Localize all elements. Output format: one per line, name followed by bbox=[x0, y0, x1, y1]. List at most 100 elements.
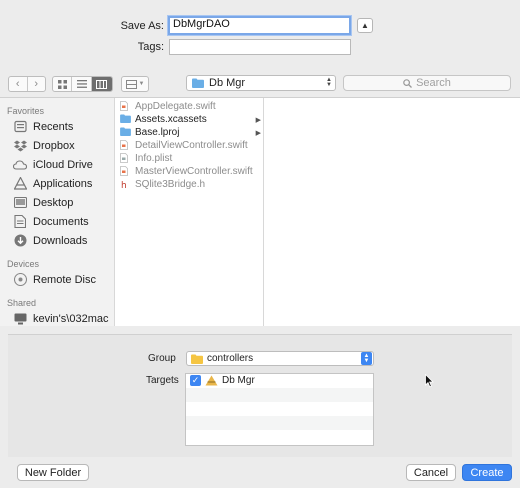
cancel-button[interactable]: Cancel bbox=[406, 464, 456, 481]
sidebar-item-label: Desktop bbox=[33, 196, 74, 209]
swift-file-icon bbox=[120, 166, 130, 177]
disc-icon bbox=[13, 273, 27, 287]
view-mode-buttons bbox=[52, 76, 113, 92]
desktop-icon bbox=[13, 196, 27, 210]
icon-view-button[interactable] bbox=[53, 77, 73, 91]
sidebar-item-recents[interactable]: Recents bbox=[13, 117, 73, 136]
search-field[interactable]: Search bbox=[343, 75, 511, 91]
list-view-button[interactable] bbox=[72, 77, 92, 91]
file-name: Assets.xcassets bbox=[135, 114, 207, 125]
folder-icon bbox=[191, 354, 203, 364]
disclosure-arrow-icon: ▶ bbox=[255, 116, 261, 124]
sidebar-item-label: Recents bbox=[33, 120, 74, 133]
folder-icon bbox=[192, 78, 204, 88]
nav-buttons: ‹ › bbox=[8, 76, 46, 92]
arrange-icon bbox=[125, 79, 137, 89]
save-as-label: Save As: bbox=[120, 20, 164, 32]
sidebar-item-label: Applications bbox=[33, 177, 93, 190]
sidebar-item-label: Downloads bbox=[33, 234, 88, 247]
chevron-left-icon: ‹ bbox=[15, 78, 20, 90]
expand-dialog-button[interactable]: ▲ bbox=[357, 18, 373, 33]
target-row-empty bbox=[186, 416, 373, 430]
tags-label: Tags: bbox=[137, 41, 164, 53]
group-value: controllers bbox=[207, 353, 254, 364]
dropbox-icon bbox=[13, 139, 27, 153]
search-placeholder: Search bbox=[416, 77, 451, 89]
file-name: DetailViewController.swift bbox=[135, 140, 248, 151]
applications-icon bbox=[13, 177, 27, 191]
icon-view-icon bbox=[57, 79, 67, 89]
target-row-empty bbox=[186, 402, 373, 416]
file-list: AppDelegate.swift Assets.xcassets ▶ Base.lp… bbox=[120, 100, 263, 191]
chevron-down-icon: ▼ bbox=[138, 81, 145, 87]
file-name: SQlite3Bridge.h bbox=[135, 179, 206, 190]
cloud-icon bbox=[13, 158, 27, 172]
chevron-up-icon: ▲ bbox=[361, 21, 369, 30]
tags-field[interactable] bbox=[169, 39, 351, 55]
clock-icon bbox=[13, 120, 27, 134]
file-item[interactable]: Assets.xcassets ▶ bbox=[120, 113, 263, 126]
sidebar: Favorites Recents Dropbox iCloud Drive A… bbox=[0, 98, 114, 326]
location-popup[interactable]: Db Mgr ▲ ▼ bbox=[186, 75, 336, 91]
file-name: MasterViewController.swift bbox=[135, 166, 253, 177]
new-folder-button[interactable]: New Folder bbox=[17, 464, 89, 481]
group-popup[interactable]: controllers ▲ ▼ bbox=[186, 351, 374, 366]
targets-label: Targets bbox=[146, 375, 179, 386]
shared-header: Shared bbox=[7, 298, 37, 308]
targets-table: ✓ Db Mgr bbox=[185, 373, 374, 446]
preview-column bbox=[264, 98, 520, 326]
favorites-header: Favorites bbox=[7, 106, 45, 116]
target-checkbox[interactable]: ✓ bbox=[190, 375, 201, 386]
plist-file-icon bbox=[120, 153, 130, 164]
back-button[interactable]: ‹ bbox=[9, 77, 28, 91]
sidebar-item-dropbox[interactable]: Dropbox bbox=[13, 136, 75, 155]
sidebar-item-desktop[interactable]: Desktop bbox=[13, 193, 73, 212]
swift-file-icon bbox=[120, 101, 130, 112]
location-label: Db Mgr bbox=[209, 77, 246, 89]
updown-icon: ▲ ▼ bbox=[361, 352, 372, 365]
sidebar-item-label: Remote Disc bbox=[33, 273, 96, 286]
accessory-panel: Group controllers ▲ ▼ Targets ✓ Db Mgr bbox=[8, 334, 512, 457]
file-item[interactable]: AppDelegate.swift bbox=[120, 100, 263, 113]
arrange-popup[interactable]: ▼ bbox=[121, 76, 149, 92]
forward-button[interactable]: › bbox=[28, 77, 46, 91]
sidebar-item-label: iCloud Drive bbox=[33, 158, 93, 171]
arrange-button[interactable]: ▼ bbox=[122, 77, 148, 91]
file-item[interactable]: Base.lproj ▶ bbox=[120, 126, 263, 139]
folder-icon bbox=[120, 127, 131, 138]
header-file-icon: h bbox=[120, 179, 130, 191]
target-row-empty bbox=[186, 430, 373, 444]
magnifier-icon bbox=[403, 78, 413, 88]
svg-text:h: h bbox=[121, 181, 127, 190]
mouse-cursor-icon bbox=[425, 374, 434, 388]
folder-icon bbox=[120, 114, 131, 125]
column-view-icon bbox=[96, 79, 108, 89]
sidebar-item-documents[interactable]: Documents bbox=[13, 212, 89, 231]
target-row[interactable]: ✓ Db Mgr bbox=[186, 374, 373, 388]
create-button[interactable]: Create bbox=[462, 464, 512, 481]
sidebar-item-label: Dropbox bbox=[33, 139, 75, 152]
updown-icon: ▲ ▼ bbox=[326, 77, 332, 88]
downloads-icon bbox=[13, 234, 27, 248]
group-label: Group bbox=[148, 353, 176, 364]
sidebar-item-icloud[interactable]: iCloud Drive bbox=[13, 155, 93, 174]
file-item[interactable]: Info.plist bbox=[120, 152, 263, 165]
sidebar-item-shared-mac[interactable]: kevin's\032mac bbox=[13, 309, 108, 328]
column-view-button[interactable] bbox=[91, 77, 112, 91]
save-as-field[interactable]: DbMgrDAO bbox=[168, 16, 351, 35]
app-target-icon bbox=[205, 375, 218, 386]
sidebar-item-remote-disc[interactable]: Remote Disc bbox=[13, 270, 96, 289]
sidebar-item-downloads[interactable]: Downloads bbox=[13, 231, 87, 250]
list-view-icon bbox=[76, 80, 87, 88]
file-item[interactable]: DetailViewController.swift bbox=[120, 139, 263, 152]
file-item[interactable]: h SQlite3Bridge.h bbox=[120, 178, 263, 191]
computer-icon bbox=[13, 312, 27, 326]
devices-header: Devices bbox=[7, 259, 40, 269]
file-column: AppDelegate.swift Assets.xcassets ▶ Base.lp… bbox=[114, 98, 264, 326]
sidebar-item-applications[interactable]: Applications bbox=[13, 174, 92, 193]
documents-icon bbox=[13, 215, 27, 229]
file-item[interactable]: MasterViewController.swift bbox=[120, 165, 263, 178]
file-name: AppDelegate.swift bbox=[135, 101, 216, 112]
file-name: Base.lproj bbox=[135, 127, 180, 138]
file-name: Info.plist bbox=[135, 153, 173, 164]
